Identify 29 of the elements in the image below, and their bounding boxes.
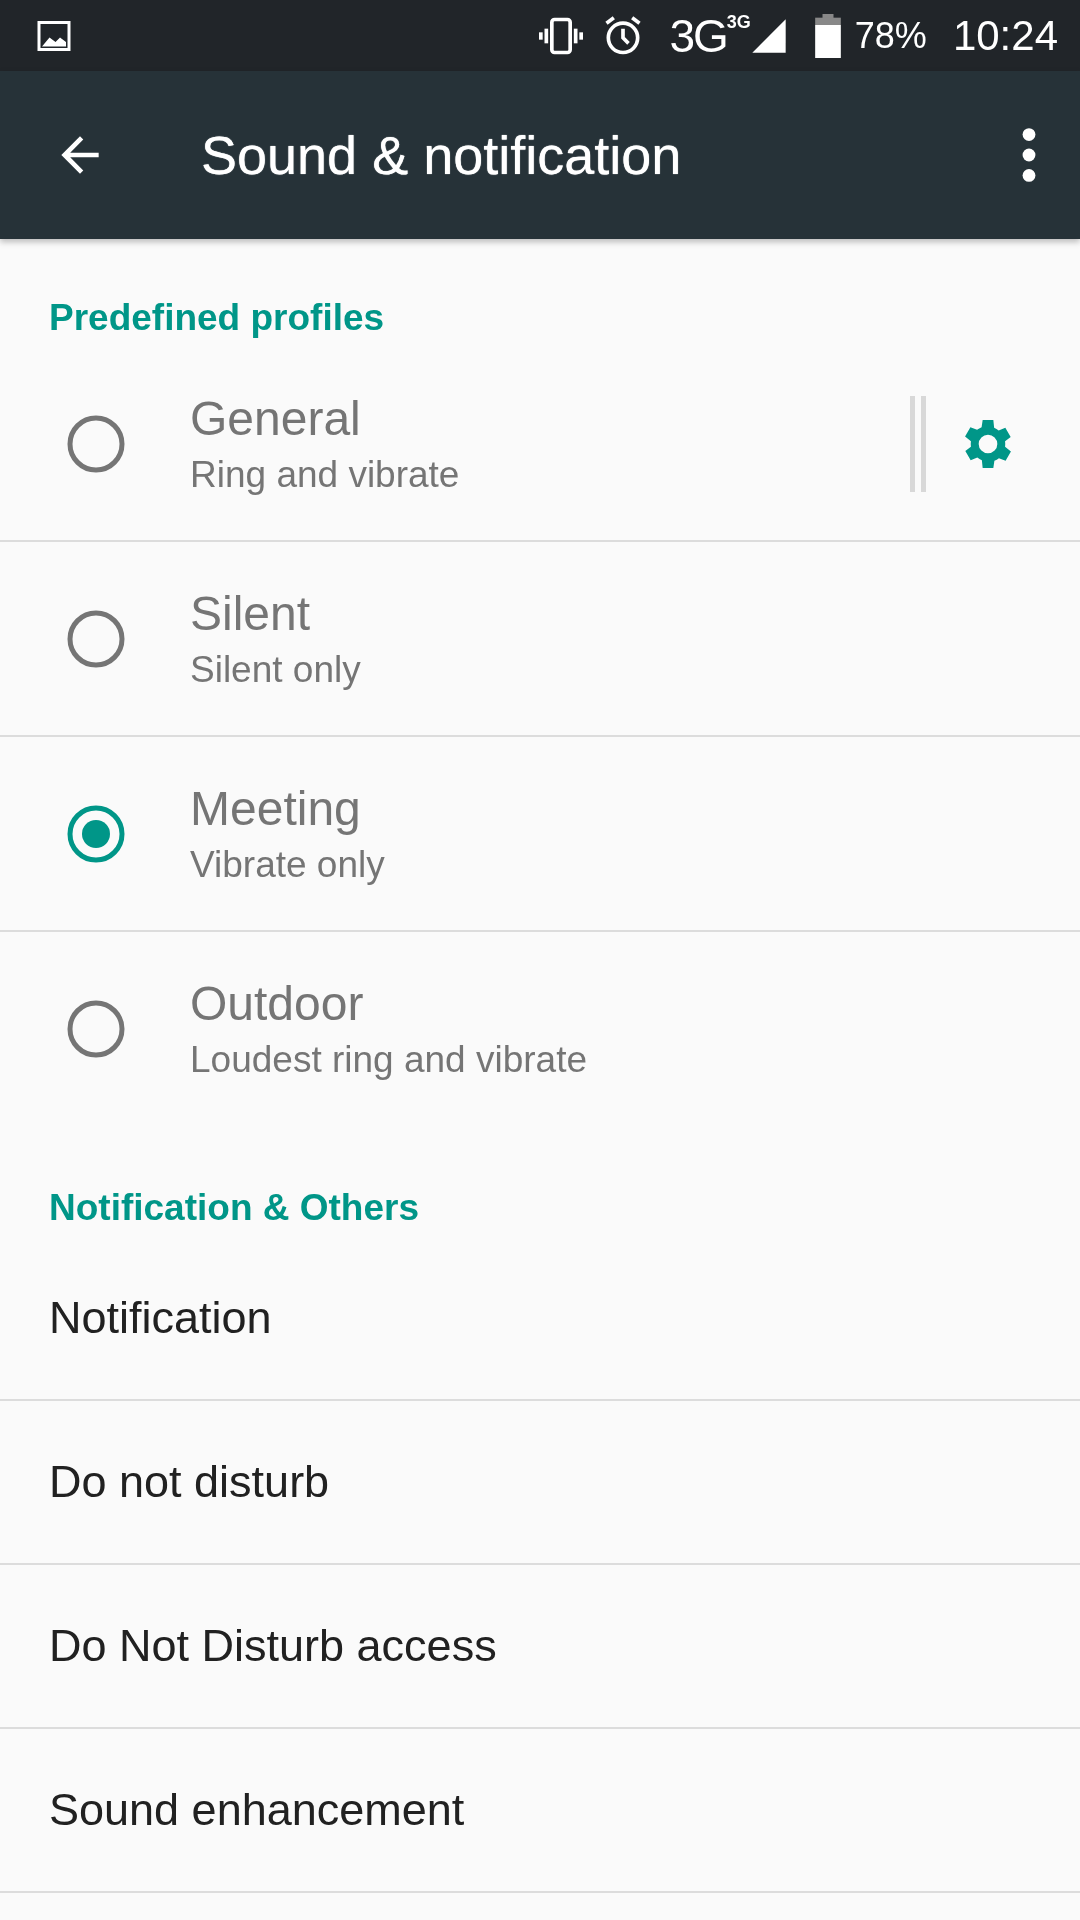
profile-title: Silent	[190, 586, 312, 641]
profile-item[interactable]: General Ring and vibrate	[0, 347, 1080, 542]
radio-button[interactable]	[66, 608, 126, 669]
profile-summary: Silent only	[190, 649, 362, 691]
battery-level: 78%	[854, 14, 927, 57]
settings-item[interactable]: Do Not Disturb access	[0, 1565, 1080, 1729]
clock: 10:24	[952, 11, 1058, 60]
more-options-icon	[1022, 127, 1036, 183]
profile-item[interactable]: Meeting Vibrate only	[0, 737, 1080, 932]
radio-button[interactable]	[66, 998, 126, 1059]
settings-item[interactable]: Notification	[0, 1237, 1080, 1401]
profile-title: Outdoor	[190, 976, 365, 1031]
settings-item[interactable]: Do not disturb	[0, 1401, 1080, 1565]
section-header: Notification & Others	[48, 1186, 421, 1230]
settings-item[interactable]: Sound enhancement	[0, 1729, 1080, 1893]
profile-summary: Loudest ring and vibrate	[190, 1039, 588, 1081]
profile-summary: Ring and vibrate	[190, 454, 461, 496]
battery-icon	[814, 13, 841, 58]
profile-title: Meeting	[190, 781, 362, 836]
profile-title: General	[190, 391, 362, 446]
radio-button[interactable]	[66, 803, 126, 864]
network-type: 3G	[669, 12, 727, 59]
network-type-label: 3G	[726, 12, 751, 31]
profile-summary: Vibrate only	[190, 844, 386, 886]
radio-button[interactable]	[66, 413, 126, 474]
profile-item[interactable]: Outdoor Loudest ring and vibrate	[0, 932, 1080, 1127]
section-header: Predefined profiles	[48, 296, 386, 340]
profile-item[interactable]: Silent Silent only	[0, 542, 1080, 737]
screen-title: Sound & notification	[201, 124, 683, 186]
